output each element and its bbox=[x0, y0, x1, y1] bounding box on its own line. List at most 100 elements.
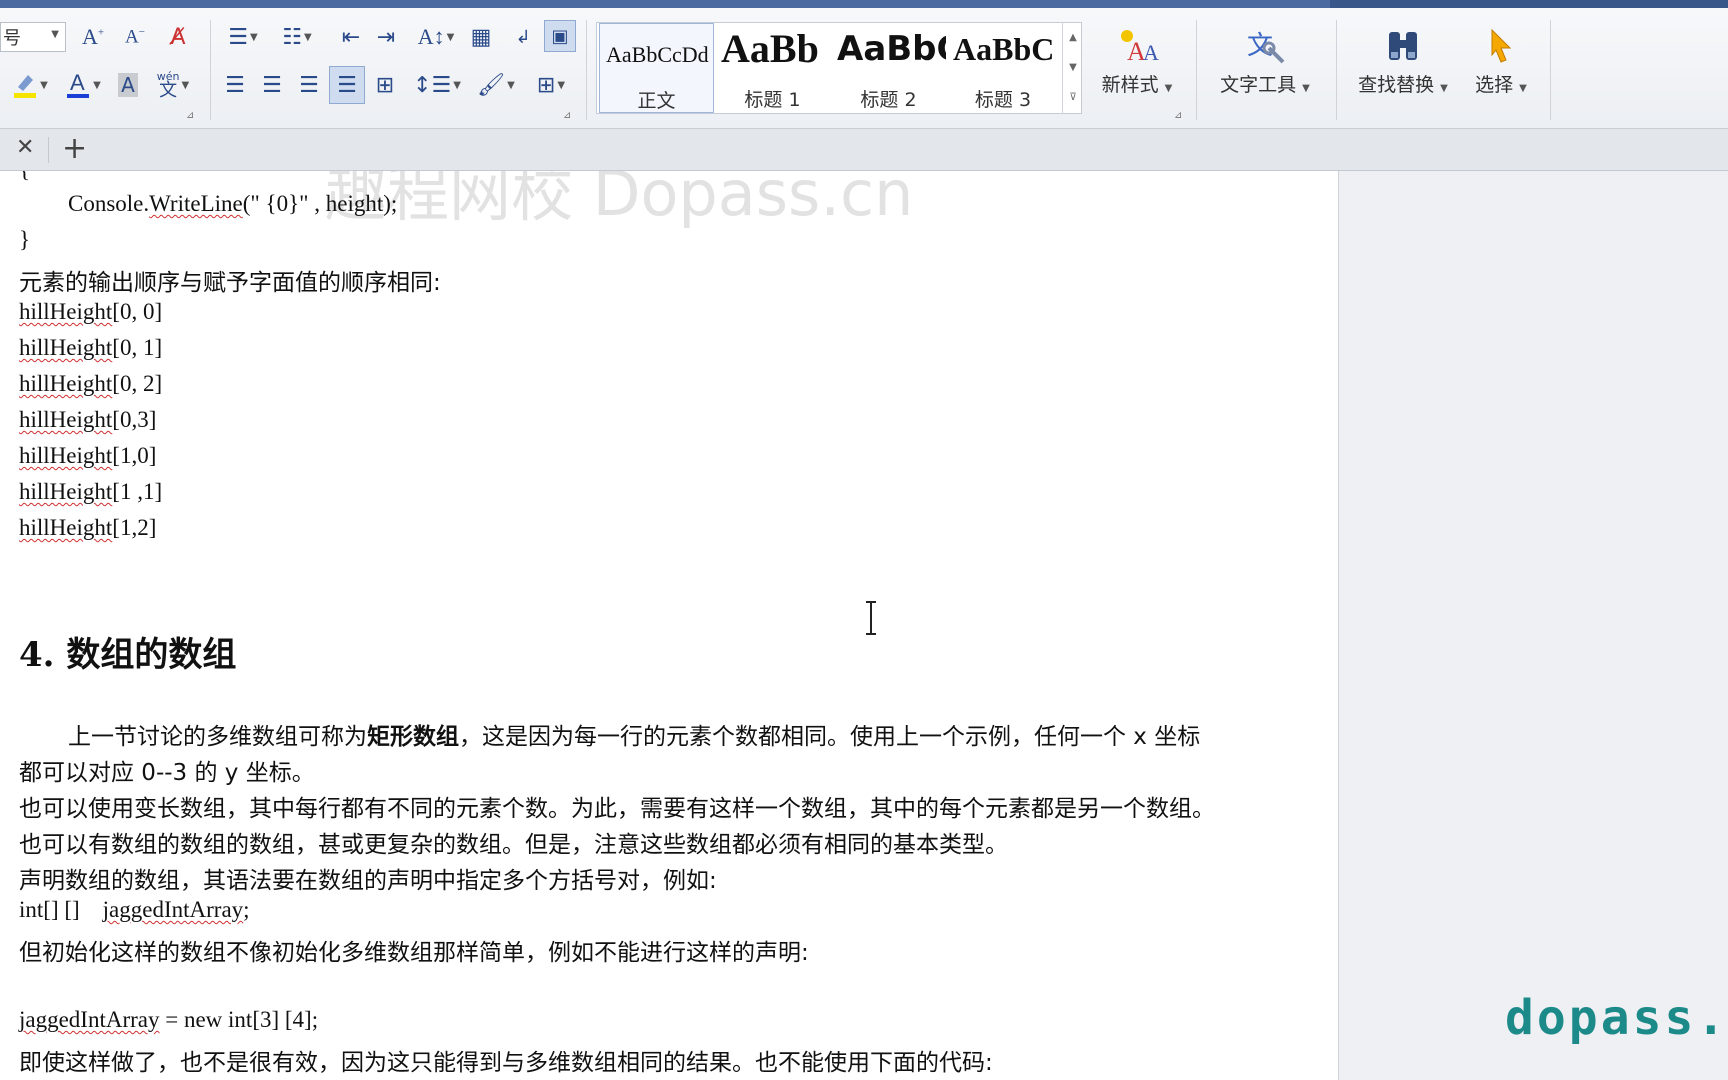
justify-icon: ☰ bbox=[337, 72, 357, 98]
borders-button[interactable]: ⊞ ▼ bbox=[528, 68, 574, 102]
line-spacing-button[interactable]: ↕☰ ▼ bbox=[413, 68, 461, 102]
numbered-list-icon: ☷ bbox=[282, 24, 303, 50]
chevron-down-icon: ▼ bbox=[181, 79, 190, 91]
select-button[interactable]: 选择 ▼ bbox=[1466, 22, 1536, 114]
grow-font-button[interactable]: A+ bbox=[78, 22, 108, 52]
text-direction-button[interactable]: A↕ ▼ bbox=[413, 22, 459, 52]
char-shading-icon: A bbox=[118, 73, 138, 97]
code-console: Console. bbox=[68, 191, 150, 216]
ribbon-separator bbox=[1196, 20, 1197, 120]
borders-icon: ⊞ bbox=[536, 72, 556, 98]
shrink-font-icon: A− bbox=[125, 25, 145, 48]
hill-index: [0, 1] bbox=[112, 335, 163, 360]
font-color-button[interactable]: A ▼ bbox=[60, 68, 106, 102]
style-preview: AaBbC bbox=[953, 31, 1055, 67]
table-grid-button[interactable]: ▦ bbox=[466, 22, 496, 52]
shading-button[interactable]: 🖌 ▼ bbox=[472, 68, 520, 102]
grow-font-icon: A+ bbox=[81, 24, 105, 49]
scroll-up-icon[interactable]: ▲ bbox=[1063, 22, 1083, 52]
decl-end: ; bbox=[243, 897, 250, 922]
phonetic-guide-button[interactable]: wén 文 ▼ bbox=[150, 68, 196, 102]
show-marks-button[interactable]: ↲ bbox=[508, 22, 538, 52]
bullet-list-icon: ☰ bbox=[228, 24, 249, 50]
find-replace-button[interactable]: 查找替换 ▼ bbox=[1350, 22, 1456, 114]
style-normal[interactable]: AaBbCcDd 正文 bbox=[599, 23, 714, 113]
svg-text:A: A bbox=[1143, 40, 1159, 65]
ribbon-separator bbox=[210, 20, 211, 120]
paragraph-dialog-launcher-icon[interactable]: ⊿ bbox=[563, 110, 571, 121]
increase-indent-icon: ⇥ bbox=[376, 24, 396, 50]
font-size-value: 号 bbox=[3, 28, 21, 49]
style-name: 标题 1 bbox=[744, 89, 801, 111]
highlighter-icon bbox=[14, 75, 37, 98]
gallery-more-icon[interactable]: ⊽ bbox=[1063, 82, 1083, 112]
hill-name: hillHeight bbox=[19, 335, 113, 360]
document-page[interactable]: 趣程网校 Dopass.cn { Console.WriteLine(" {0}… bbox=[0, 171, 1339, 1080]
highlight-button[interactable]: ▼ bbox=[6, 68, 54, 102]
table-icon: ▦ bbox=[470, 24, 492, 50]
distribute-button[interactable]: ⊞ bbox=[368, 68, 402, 102]
para1-text-a: 上一节讨论的多维数组可称为 bbox=[68, 724, 367, 750]
paragraph-1-cont: 都可以对应 0--3 的 y 坐标。 bbox=[19, 760, 315, 786]
chevron-down-icon: ▼ bbox=[453, 79, 461, 91]
align-left-button[interactable]: ☰ bbox=[220, 68, 250, 102]
ribbon-separator bbox=[1336, 20, 1337, 120]
new-style-icon: AA bbox=[1115, 22, 1159, 70]
increase-indent-button[interactable]: ⇥ bbox=[371, 22, 401, 52]
tab-separator bbox=[48, 137, 49, 163]
list-item: hillHeight[1,0] bbox=[19, 443, 156, 469]
hill-index: [0, 2] bbox=[112, 371, 163, 396]
hill-index: [1,0] bbox=[112, 443, 157, 468]
hill-name: hillHeight bbox=[19, 443, 113, 468]
chevron-down-icon: ▼ bbox=[1440, 83, 1448, 94]
char-shading-button[interactable]: A bbox=[113, 68, 143, 102]
svg-text:A: A bbox=[70, 70, 85, 95]
section-heading: 4. 数组的数组 bbox=[19, 635, 237, 675]
numbering-button[interactable]: ☷ ▼ bbox=[274, 22, 320, 52]
distribute-icon: ⊞ bbox=[375, 72, 395, 98]
shrink-font-button[interactable]: A− bbox=[120, 22, 150, 52]
close-icon[interactable]: ✕ bbox=[16, 135, 34, 160]
clear-format-icon: A̸ bbox=[170, 24, 186, 50]
paragraph-mark-icon: ↲ bbox=[515, 26, 531, 48]
find-replace-label: 查找替换 bbox=[1358, 74, 1435, 96]
text-box-button[interactable]: ▣ bbox=[544, 20, 576, 52]
new-style-button[interactable]: AA 新样式 ▼ bbox=[1094, 22, 1180, 114]
justify-button[interactable]: ☰ bbox=[329, 66, 365, 104]
font-dialog-launcher-icon[interactable]: ⊿ bbox=[186, 110, 194, 121]
align-right-button[interactable]: ☰ bbox=[294, 68, 324, 102]
styles-dialog-launcher-icon[interactable]: ⊿ bbox=[1174, 110, 1182, 121]
font-color-icon: A bbox=[67, 70, 90, 98]
decrease-indent-button[interactable]: ⇤ bbox=[336, 22, 366, 52]
bullets-button[interactable]: ☰ ▼ bbox=[220, 22, 266, 52]
ribbon: 号 ▼ A+ A− A̸ ▼ A ▼ A wén 文 ▼ ⊿ ☰ ▼ ☷ ▼ ⇤ ⇥ … bbox=[0, 8, 1728, 129]
code-rest: (" {0}" , height); bbox=[242, 191, 398, 216]
code-brace-close: } bbox=[19, 227, 31, 252]
style-heading-2[interactable]: AaBbC 标题 2 bbox=[831, 23, 946, 113]
chevron-down-icon: ▼ bbox=[1519, 83, 1527, 94]
align-center-button[interactable]: ☰ bbox=[257, 68, 287, 102]
chevron-down-icon: ▼ bbox=[557, 79, 566, 91]
new-tab-plus-icon[interactable]: + bbox=[62, 131, 87, 166]
init-line: jaggedIntArray = new int[3] [4]; bbox=[19, 1007, 318, 1033]
init-rest: = new int[3] [4]; bbox=[159, 1007, 319, 1032]
chevron-down-icon: ▼ bbox=[40, 79, 48, 91]
select-label: 选择 bbox=[1475, 74, 1514, 96]
title-strip bbox=[0, 0, 1728, 8]
list-item: hillHeight[0,3] bbox=[19, 407, 156, 433]
style-heading-1[interactable]: AaBb 标题 1 bbox=[715, 23, 830, 113]
decl-type: int[] [] bbox=[19, 897, 103, 922]
style-heading-3[interactable]: AaBbC 标题 3 bbox=[947, 23, 1059, 113]
font-size-select[interactable]: 号 ▼ bbox=[0, 22, 66, 52]
ribbon-separator bbox=[586, 20, 587, 120]
align-right-icon: ☰ bbox=[299, 72, 319, 98]
text-tools-button[interactable]: 文 文字工具 ▼ bbox=[1212, 22, 1318, 114]
clear-format-button[interactable]: A̸ bbox=[163, 22, 193, 52]
svg-text:文: 文 bbox=[1247, 31, 1273, 61]
chevron-down-icon: ▼ bbox=[1164, 83, 1173, 94]
decrease-indent-icon: ⇤ bbox=[341, 24, 361, 50]
text-cursor-icon bbox=[866, 601, 876, 635]
chevron-down-icon: ▼ bbox=[507, 79, 515, 91]
decl-name: jaggedIntArray bbox=[102, 897, 244, 922]
scroll-down-icon[interactable]: ▼ bbox=[1063, 52, 1083, 82]
